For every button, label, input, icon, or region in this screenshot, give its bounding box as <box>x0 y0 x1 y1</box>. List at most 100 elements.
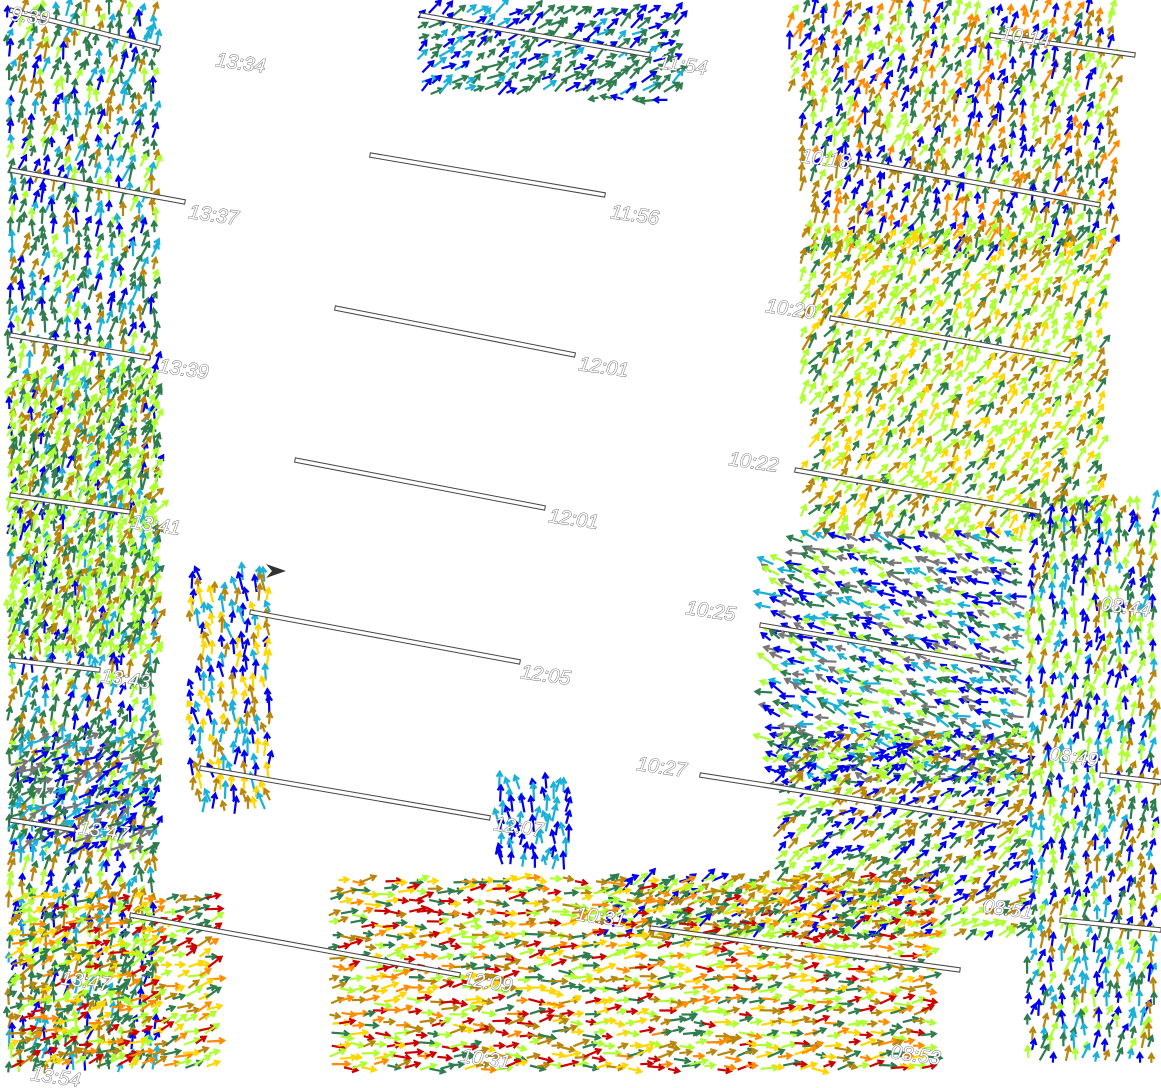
vector-arrow <box>931 558 947 567</box>
vector-arrow <box>40 313 49 333</box>
vector-arrow <box>785 798 797 806</box>
vector-arrow <box>866 188 874 203</box>
vector-arrow <box>131 283 141 301</box>
vector-arrow <box>3 328 12 346</box>
vector-arrow <box>125 879 134 894</box>
vector-arrow <box>876 419 887 428</box>
vector-arrow <box>585 58 599 71</box>
vector-arrow <box>563 888 580 897</box>
vector-arrow <box>842 853 855 861</box>
vector-arrow <box>83 876 93 893</box>
vector-arrow <box>497 17 512 27</box>
vector-arrow <box>113 848 122 862</box>
vector-arrow <box>885 189 894 204</box>
vector-arrow <box>918 143 929 156</box>
vector-arrow <box>830 27 838 39</box>
vector-arrow <box>865 442 876 452</box>
vector-arrow <box>1042 116 1051 136</box>
vector-arrow <box>956 600 971 609</box>
vector-arrow <box>818 168 827 181</box>
vector-arrow <box>72 285 80 302</box>
vector-arrow <box>863 165 872 180</box>
vector-arrow <box>988 609 1000 618</box>
vector-arrow <box>1050 217 1060 238</box>
vector-arrow <box>931 342 941 352</box>
vector-arrow <box>1084 253 1097 265</box>
vector-arrow <box>7 691 16 707</box>
vector-arrow <box>33 826 42 840</box>
vector-arrow <box>1007 272 1016 285</box>
vector-arrow <box>799 695 816 709</box>
vector-arrow <box>999 393 1008 406</box>
vector-arrow <box>148 58 157 71</box>
vector-arrow <box>957 620 971 629</box>
vector-arrow <box>1095 327 1103 338</box>
vector-arrow <box>867 99 876 113</box>
vector-arrow <box>426 877 440 886</box>
vector-arrow <box>952 320 965 337</box>
vector-arrow <box>20 87 29 105</box>
vector-arrow <box>1071 300 1082 320</box>
vector-arrow <box>833 623 846 631</box>
vector-arrow <box>139 152 148 167</box>
vector-arrow <box>996 248 1005 261</box>
vector-arrow <box>64 650 73 662</box>
vector-arrow <box>887 413 895 427</box>
vector-arrow <box>808 433 821 448</box>
vector-arrow <box>88 716 97 733</box>
vector-arrow <box>1051 2 1060 18</box>
vector-arrow <box>584 53 596 62</box>
vector-arrow <box>639 56 653 70</box>
vector-arrow <box>779 599 795 607</box>
vector-arrow <box>95 291 103 303</box>
vector-arrow <box>61 269 69 283</box>
vector-arrow <box>1074 212 1085 225</box>
vector-arrow <box>853 711 870 719</box>
vector-arrow <box>909 109 917 124</box>
vector-arrow <box>996 102 1005 123</box>
vector-arrow <box>139 713 148 732</box>
vector-arrow <box>4 1060 13 1073</box>
vector-arrow <box>965 384 973 396</box>
vector-arrow <box>973 470 981 484</box>
vector-arrow <box>1009 592 1027 601</box>
vector-arrow <box>834 86 843 106</box>
vector-arrow <box>953 288 962 306</box>
vector-arrow <box>874 133 883 147</box>
vector-arrow <box>1039 364 1049 376</box>
vector-arrow <box>128 978 142 988</box>
vector-arrow <box>863 633 882 642</box>
vector-arrow <box>551 895 564 904</box>
vector-arrow <box>872 674 893 683</box>
vector-arrow <box>897 722 913 731</box>
vector-arrow <box>209 911 225 923</box>
vector-arrow <box>853 428 862 442</box>
vector-arrow <box>150 255 159 270</box>
vector-arrow <box>951 8 960 25</box>
vector-arrow <box>551 50 563 58</box>
vector-arrow <box>821 809 834 817</box>
vector-arrow <box>1018 741 1030 753</box>
vector-arrow <box>907 512 916 527</box>
vector-arrow <box>843 77 855 93</box>
vector-arrow <box>818 618 835 627</box>
vector-arrow <box>208 1048 222 1056</box>
vector-arrow <box>1008 861 1021 871</box>
vector-arrow <box>986 461 997 471</box>
vector-arrow <box>515 57 527 70</box>
vector-arrow <box>38 183 47 203</box>
vector-arrow <box>1020 157 1028 171</box>
vector-arrow <box>854 33 863 49</box>
vector-arrow <box>1041 18 1049 29</box>
vector-arrow <box>908 303 916 316</box>
vector-arrow <box>29 844 38 862</box>
vector-arrow <box>85 762 101 773</box>
vector-arrow <box>761 869 770 881</box>
vector-arrow <box>897 794 906 806</box>
vector-arrow <box>507 71 519 82</box>
vector-arrow <box>74 331 82 345</box>
vector-arrow <box>812 554 825 566</box>
vector-arrow <box>785 29 794 50</box>
vector-arrow <box>1019 288 1029 304</box>
vector-arrow <box>818 573 835 587</box>
